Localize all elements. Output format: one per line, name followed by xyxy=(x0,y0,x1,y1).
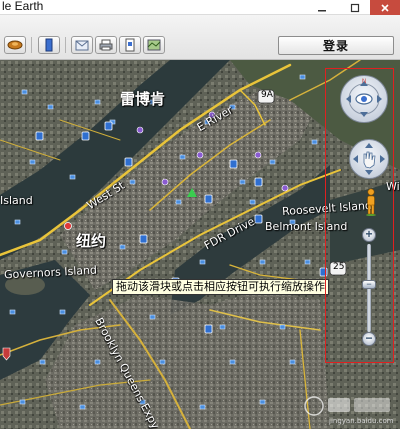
map-label-hoboken: 雷博肯 xyxy=(120,90,166,108)
map-label-island: Island xyxy=(0,194,33,207)
map-view[interactable]: 雷博肯 纽约 Governors Island Roosevelt Island… xyxy=(0,60,400,429)
sidebar-icon xyxy=(7,40,23,50)
move-control[interactable] xyxy=(349,139,389,179)
title-bar: le Earth xyxy=(0,0,400,15)
svg-text:N: N xyxy=(362,79,366,85)
toolbar-separator xyxy=(31,37,32,53)
maximize-icon xyxy=(350,3,360,12)
watermark-url: jingyan.baidu.com xyxy=(329,417,394,425)
maximize-button[interactable] xyxy=(343,0,367,15)
close-icon xyxy=(381,3,389,12)
placemark-icon xyxy=(45,38,53,52)
google-earth-window: le Earth 登录 雷博肯 纽约 Governors Island Roos… xyxy=(0,0,400,429)
email-button[interactable] xyxy=(71,36,93,54)
toolbar: 登录 xyxy=(0,15,400,60)
placemark-button[interactable] xyxy=(38,36,60,54)
document-icon xyxy=(125,38,135,52)
view-in-maps-button[interactable] xyxy=(143,36,165,54)
street-view-pegman-icon[interactable] xyxy=(365,188,377,216)
hide-sidebar-button[interactable] xyxy=(4,36,26,54)
look-control[interactable]: N xyxy=(340,75,388,123)
eye-icon: N xyxy=(346,79,382,117)
print-icon xyxy=(99,39,113,51)
map-label-new-york: 纽约 xyxy=(76,232,107,250)
print-button[interactable] xyxy=(95,36,117,54)
zoom-slider-thumb[interactable]: − xyxy=(362,280,376,289)
toolbar-separator xyxy=(65,37,66,53)
minimize-button[interactable] xyxy=(310,0,334,15)
save-image-button[interactable] xyxy=(119,36,141,54)
email-icon xyxy=(75,40,89,50)
route-9a-shield: 9A xyxy=(261,90,273,100)
window-title: le Earth xyxy=(2,0,44,13)
minimize-icon xyxy=(318,9,326,11)
login-button[interactable]: 登录 xyxy=(278,36,394,55)
close-button[interactable] xyxy=(370,0,400,15)
zoom-out-button[interactable]: − xyxy=(362,332,376,346)
zoom-in-button[interactable]: + xyxy=(362,228,376,242)
zoom-slider-tooltip: 拖动该滑块或点击相应按钮可执行缩放操作 xyxy=(112,279,329,295)
map-icon xyxy=(147,39,161,51)
hand-icon xyxy=(353,143,385,175)
